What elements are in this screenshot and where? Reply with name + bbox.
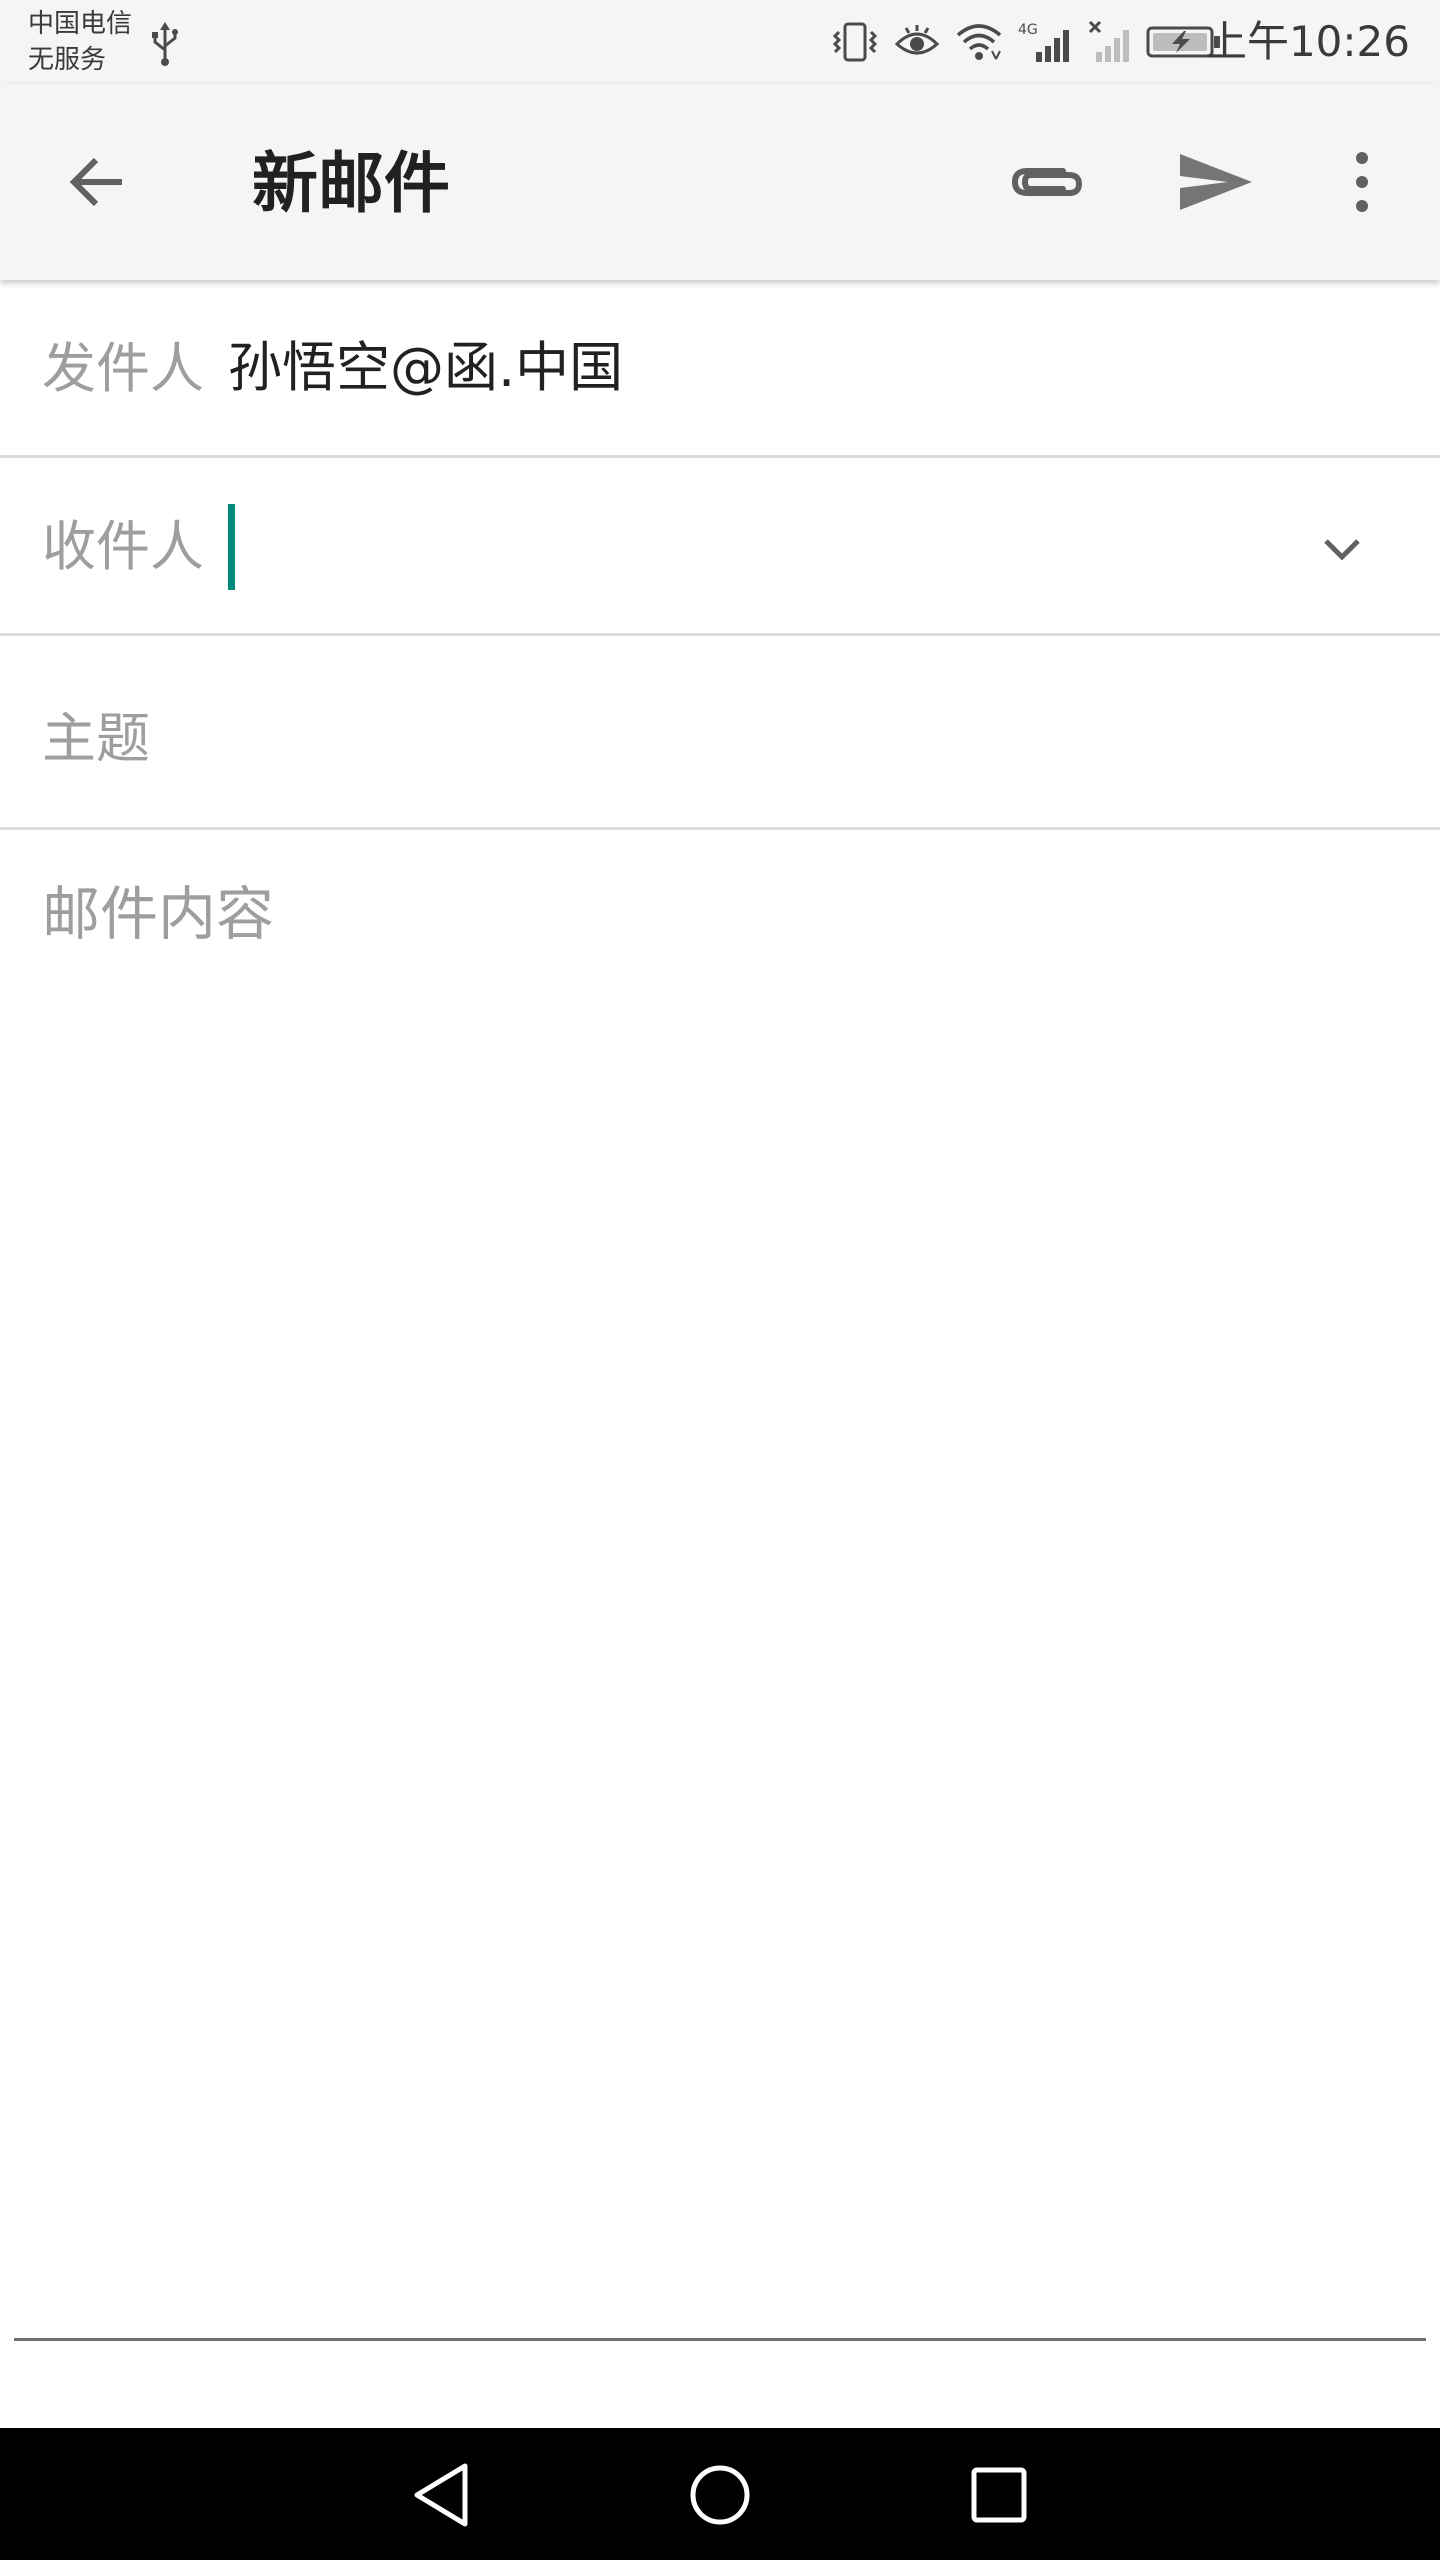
chevron-down-icon [1324,539,1360,561]
to-label: 收件人 [42,515,204,578]
expand-recipients-button[interactable] [1292,500,1392,600]
nav-home-icon [690,2465,750,2525]
nav-back-icon [414,2463,468,2527]
paperclip-icon [1011,168,1083,196]
send-icon [1180,154,1252,210]
attach-button[interactable] [997,132,1097,232]
usb-icon [152,22,178,66]
no-signal-icon [1088,20,1129,62]
subject-placeholder: 主题 [42,707,150,770]
from-address[interactable]: 孙悟空@函.中国 [228,332,623,404]
more-options-button[interactable] [1312,132,1412,232]
nav-recents-icon [971,2467,1027,2523]
body-bottom-divider [14,2338,1426,2341]
more-vertical-icon [1356,152,1368,212]
back-arrow-icon [69,157,122,207]
to-row: 收件人 [0,458,1440,636]
to-input[interactable] [228,506,1268,590]
text-cursor [228,504,235,590]
carrier-name: 中国电信 [28,9,133,39]
signal-4g-icon: 4G [1018,22,1069,62]
from-row: 发件人 孙悟空@函.中国 [0,280,1440,458]
network-type-label: 4G [1018,22,1038,38]
back-button[interactable] [48,132,148,232]
status-bar: 中国电信 无服务 4G 上午10:26 [0,0,1440,84]
carrier-info: 中国电信 无服务 [28,6,132,78]
wifi-icon [956,24,1002,60]
status-icons: 4G [830,18,1222,66]
status-time: 上午10:26 [1204,17,1410,66]
vibrate-icon [832,22,878,62]
nav-home-button[interactable] [675,2450,765,2540]
eye-comfort-icon [894,25,940,55]
app-bar: 新邮件 [0,84,1440,280]
subject-row[interactable]: 主题 [0,636,1440,830]
nav-recents-button[interactable] [954,2450,1044,2540]
send-button[interactable] [1166,132,1266,232]
navigation-bar [0,2428,1440,2560]
nav-back-button[interactable] [396,2450,486,2540]
page-title: 新邮件 [252,145,450,222]
from-label: 发件人 [42,337,204,400]
service-status: 无服务 [28,45,107,75]
body-placeholder[interactable]: 邮件内容 [42,876,274,952]
